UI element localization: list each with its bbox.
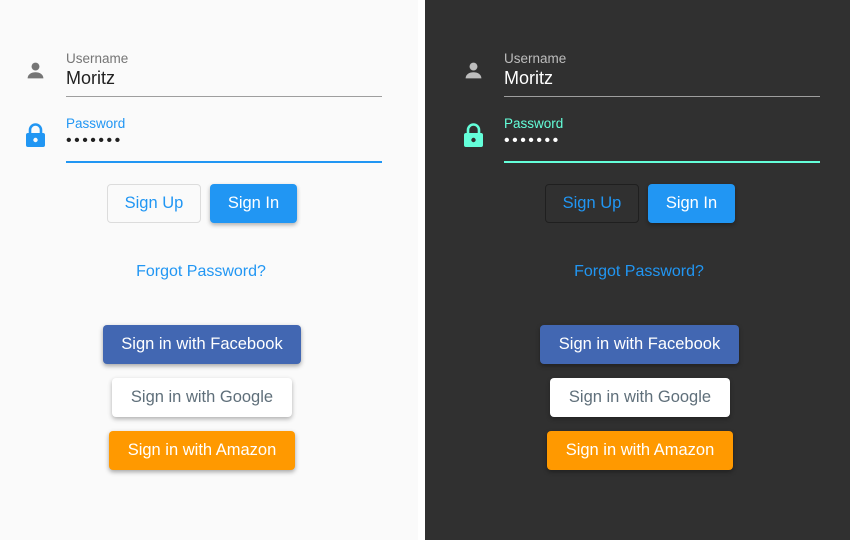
password-value[interactable]: ••••••• xyxy=(504,132,561,150)
password-underline xyxy=(66,161,382,163)
sign-in-button[interactable]: Sign In xyxy=(648,184,735,223)
username-underline xyxy=(504,96,820,97)
light-theme-panel: Username Moritz Password ••••••• Sign Up… xyxy=(0,0,418,540)
amazon-sign-in-button[interactable]: Sign in with Amazon xyxy=(109,431,295,470)
person-icon xyxy=(463,60,484,86)
username-underline xyxy=(66,96,382,97)
lock-icon xyxy=(463,123,484,152)
username-field[interactable]: Username Moritz xyxy=(66,51,382,103)
facebook-sign-in-button[interactable]: Sign in with Facebook xyxy=(540,325,739,364)
amazon-sign-in-button[interactable]: Sign in with Amazon xyxy=(547,431,733,470)
lock-icon xyxy=(25,123,46,152)
password-label: Password xyxy=(504,116,564,131)
screenshot: Username Moritz Password ••••••• Sign Up… xyxy=(0,0,850,540)
person-icon xyxy=(25,60,46,86)
sign-up-button[interactable]: Sign Up xyxy=(107,184,201,223)
username-field[interactable]: Username Moritz xyxy=(504,51,820,103)
password-underline xyxy=(504,161,820,163)
sign-up-button[interactable]: Sign Up xyxy=(545,184,639,223)
google-sign-in-button[interactable]: Sign in with Google xyxy=(550,378,730,417)
username-value[interactable]: Moritz xyxy=(504,68,553,89)
password-label: Password xyxy=(66,116,126,131)
password-field[interactable]: Password ••••••• xyxy=(504,116,820,170)
google-sign-in-button[interactable]: Sign in with Google xyxy=(112,378,292,417)
password-field[interactable]: Password ••••••• xyxy=(66,116,382,170)
sign-in-button[interactable]: Sign In xyxy=(210,184,297,223)
password-value[interactable]: ••••••• xyxy=(66,132,123,150)
username-label: Username xyxy=(66,51,129,66)
facebook-sign-in-button[interactable]: Sign in with Facebook xyxy=(103,325,301,364)
forgot-password-link[interactable]: Forgot Password? xyxy=(60,263,342,281)
forgot-password-link[interactable]: Forgot Password? xyxy=(498,263,780,281)
panel-divider xyxy=(418,0,425,540)
username-value[interactable]: Moritz xyxy=(66,68,115,89)
username-label: Username xyxy=(504,51,567,66)
dark-theme-panel: Username Moritz Password ••••••• Sign Up… xyxy=(425,0,850,540)
